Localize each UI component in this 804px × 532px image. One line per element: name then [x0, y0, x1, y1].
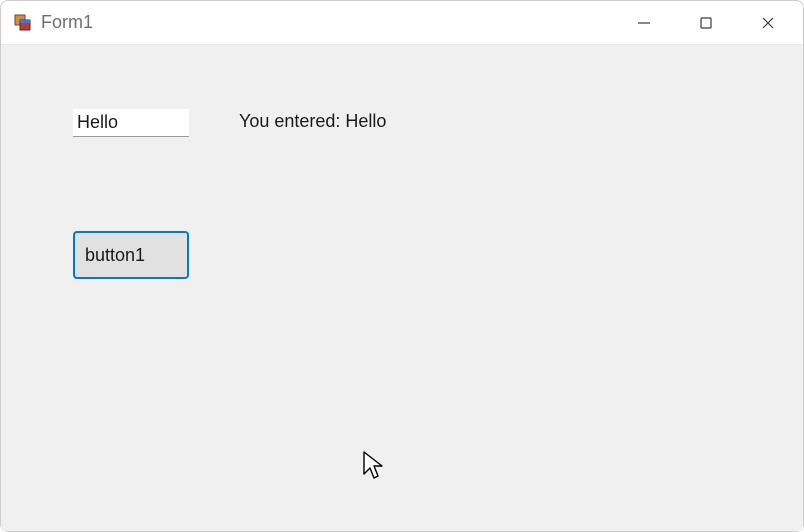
minimize-button[interactable] — [613, 1, 675, 44]
maximize-button[interactable] — [675, 1, 737, 44]
window-controls — [613, 1, 799, 44]
button1[interactable]: button1 — [73, 231, 189, 279]
cursor-icon — [362, 450, 386, 487]
close-button[interactable] — [737, 1, 799, 44]
output-label: You entered: Hello — [239, 111, 386, 132]
window-title: Form1 — [41, 12, 613, 33]
app-icon — [13, 13, 33, 33]
title-bar[interactable]: Form1 — [1, 1, 803, 45]
close-icon — [761, 16, 775, 30]
form-client-area: You entered: Hello button1 — [1, 45, 803, 531]
window-frame: Form1 You entered: Hello butto — [0, 0, 804, 532]
text-input[interactable] — [73, 109, 189, 137]
minimize-icon — [637, 16, 651, 30]
maximize-icon — [699, 16, 713, 30]
